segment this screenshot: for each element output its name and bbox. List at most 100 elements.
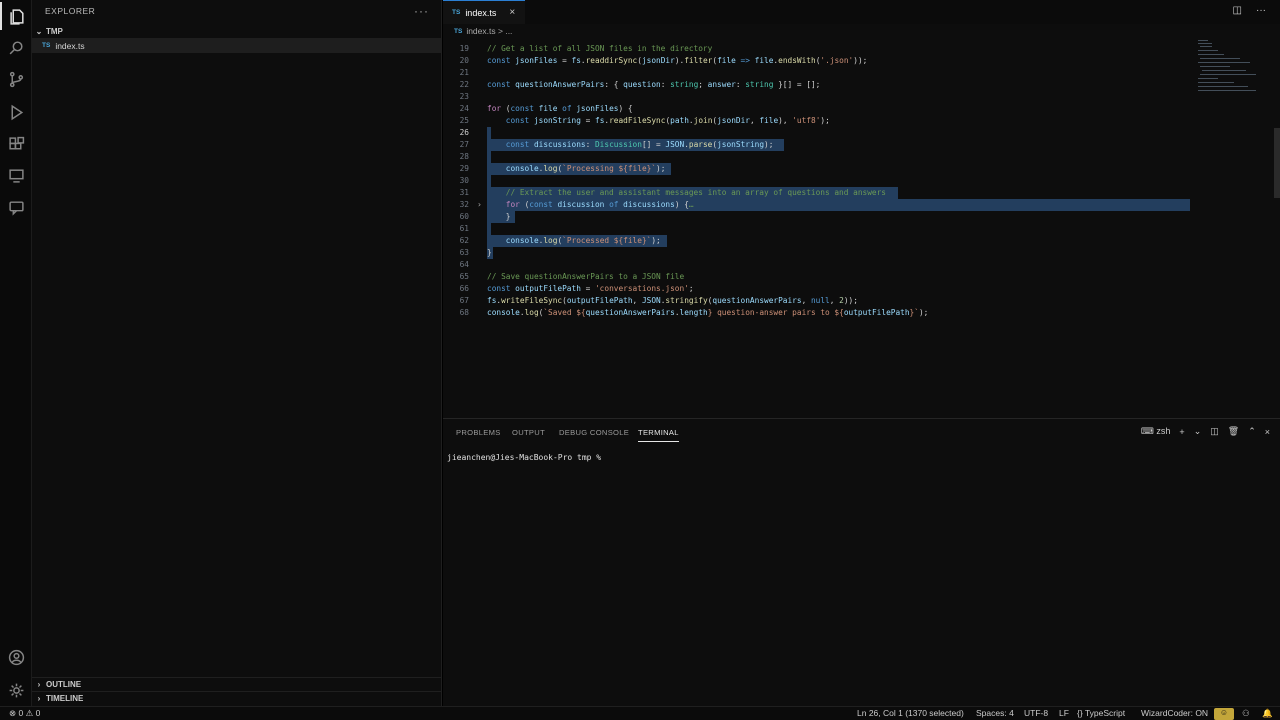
close-icon[interactable]: × <box>509 7 515 18</box>
editor-tabs: TS index.ts × ◫ ··· <box>443 0 1280 24</box>
cursor-position[interactable]: Ln 26, Col 1 (1370 selected) <box>857 708 964 718</box>
typescript-icon: TS <box>454 27 463 35</box>
indentation[interactable]: Spaces: 4 <box>976 708 1014 718</box>
shell-label: zsh <box>1156 426 1171 436</box>
language-mode[interactable]: {} TypeScript <box>1077 708 1125 718</box>
problems-status[interactable]: ⊗ 0 ⚠ 0 <box>9 708 40 719</box>
close-icon[interactable]: × <box>1265 427 1270 437</box>
breadcrumb-symbol[interactable]: ... <box>505 26 512 36</box>
chevron-right-icon: › <box>37 680 41 689</box>
code-line: 67 fs.writeFileSync(outputFilePath, JSON.… <box>459 296 858 305</box>
chevron-right-icon[interactable]: › <box>477 199 482 211</box>
code-line: 66 const outputFilePath = 'conversations.… <box>459 284 694 293</box>
code-line: 24 for (const file of jsonFiles) { <box>459 104 633 113</box>
end-of-line[interactable]: LF <box>1059 708 1069 718</box>
error-icon: ⊗ <box>9 708 17 718</box>
source-control-icon[interactable] <box>0 65 32 93</box>
warning-icon: ⚠ <box>25 708 34 718</box>
files-icon[interactable] <box>0 2 32 30</box>
more-actions-icon[interactable]: ··· <box>414 4 429 18</box>
maximize-icon[interactable]: ⌃ <box>1248 426 1256 437</box>
account-icon[interactable] <box>0 643 32 671</box>
more-icon[interactable]: ··· <box>1256 5 1266 16</box>
code-line: 31 // Extract the user and assistant mes… <box>443 187 1280 199</box>
wizardcoder-status[interactable]: WizardCoder: ON <box>1141 708 1208 718</box>
terminal-prompt[interactable]: jieanchen@Jies-MacBook-Pro tmp % <box>447 453 601 462</box>
code-line: 19// Get a list of all JSON files in the… <box>459 44 713 53</box>
chevron-right-icon: › <box>37 694 41 703</box>
file-index-ts[interactable]: TS index.ts <box>32 38 441 53</box>
code-line: 68 console.log(`Saved ${questionAnswerPai… <box>459 308 929 317</box>
remote-explorer-icon[interactable] <box>0 161 32 189</box>
outline-label: OUTLINE <box>46 680 82 689</box>
code-line: 32 › for (const discussion of discussions… <box>443 199 1280 211</box>
new-terminal-icon[interactable]: + <box>1179 427 1184 437</box>
tab-label: index.ts <box>465 7 497 18</box>
status-bar: ⊗ 0 ⚠ 0 Ln 26, Col 1 (1370 selected) Spa… <box>0 706 1280 720</box>
timeline-section[interactable]: › TIMELINE <box>32 691 441 705</box>
folder-tmp[interactable]: ⌄ TMP <box>32 24 441 38</box>
vertical-scrollbar[interactable] <box>1274 128 1280 198</box>
search-icon[interactable] <box>0 33 32 61</box>
code-line: 20 const jsonFiles = fs.readdirSync(jsonD… <box>459 56 868 65</box>
explorer-sidebar: EXPLORER ··· ⌄ TMP TS index.ts › OUTLINE… <box>32 0 442 706</box>
selection-highlight <box>487 223 491 235</box>
code-editor[interactable]: 19// Get a list of all JSON files in the… <box>443 38 1280 418</box>
tab-index-ts[interactable]: TS index.ts × <box>443 0 525 24</box>
editor-actions: ◫ ··· <box>1233 5 1266 16</box>
breadcrumb: TS index.ts > ... <box>443 24 1280 38</box>
selection-highlight <box>487 175 491 187</box>
warning-count: 0 <box>35 708 41 718</box>
code-line: 26 <box>443 127 1280 139</box>
code-line: 28 <box>443 151 1280 163</box>
code-line: 65// Save questionAnswerPairs to a JSON … <box>459 272 685 281</box>
selection-highlight <box>487 127 491 139</box>
tab-output[interactable]: OUTPUT <box>512 428 545 437</box>
terminal-icon: ⌨ <box>1140 426 1154 436</box>
gear-icon[interactable] <box>0 676 32 704</box>
tab-problems[interactable]: PROBLEMS <box>456 428 501 437</box>
run-debug-icon[interactable] <box>0 98 32 126</box>
error-count: 0 <box>18 708 24 718</box>
code-line: 23 <box>459 92 469 101</box>
minimap[interactable] <box>1196 38 1260 98</box>
code-line: 22 const questionAnswerPairs: { question:… <box>459 80 821 89</box>
split-editor-icon[interactable]: ◫ <box>1233 5 1242 16</box>
code-line: 25 const jsonString = fs.readFileSync(pa… <box>459 116 830 125</box>
code-line: 62 console.log(`Processed ${file}`); <box>443 235 1280 247</box>
breadcrumb-file[interactable]: index.ts <box>466 26 495 36</box>
chevron-down-icon: ⌄ <box>35 26 43 36</box>
copilot-icon[interactable]: ☺ <box>1214 708 1234 720</box>
code-line: 30 <box>443 175 1280 187</box>
split-terminal-icon[interactable]: ◫ <box>1210 426 1219 437</box>
language-label: TypeScript <box>1084 708 1126 718</box>
braces-icon: {} <box>1077 708 1083 718</box>
chat-icon[interactable] <box>0 193 32 221</box>
typescript-icon: TS <box>42 42 51 49</box>
bell-icon[interactable]: 🔔 <box>1262 708 1273 719</box>
typescript-icon: TS <box>452 9 461 16</box>
code-line: 60 } <box>443 211 1280 223</box>
activity-bar <box>0 0 32 706</box>
trash-icon[interactable]: 🗑 <box>1228 426 1239 437</box>
accounts-icon[interactable]: ⚇ <box>1242 708 1250 719</box>
tab-terminal[interactable]: TERMINAL <box>638 428 679 442</box>
extensions-icon[interactable] <box>0 130 32 158</box>
chevron-down-icon[interactable]: ⌄ <box>1194 426 1202 437</box>
panel-actions: ⌨ zsh + ⌄ ◫ 🗑 ⌃ × <box>1141 426 1270 437</box>
code-line: 61 <box>443 223 1280 235</box>
folder-label: TMP <box>46 26 63 36</box>
tab-debug-console[interactable]: DEBUG CONSOLE <box>559 428 629 437</box>
code-line: 27 const discussions: Discussion[] = JSO… <box>443 139 1280 151</box>
terminal-shell[interactable]: ⌨ zsh <box>1141 426 1171 437</box>
code-line: 21 <box>459 68 469 77</box>
file-label: index.ts <box>55 40 85 51</box>
breadcrumb-separator: > <box>497 26 503 36</box>
timeline-label: TIMELINE <box>46 694 84 703</box>
encoding[interactable]: UTF-8 <box>1024 708 1048 718</box>
code-line: 64 <box>459 260 469 269</box>
terminal-panel: PROBLEMS OUTPUT DEBUG CONSOLE TERMINAL ⌨… <box>443 418 1280 706</box>
explorer-title: EXPLORER <box>45 6 96 16</box>
outline-section[interactable]: › OUTLINE <box>32 677 441 691</box>
code-line: 29 console.log(`Processing ${file}`); <box>443 163 1280 175</box>
